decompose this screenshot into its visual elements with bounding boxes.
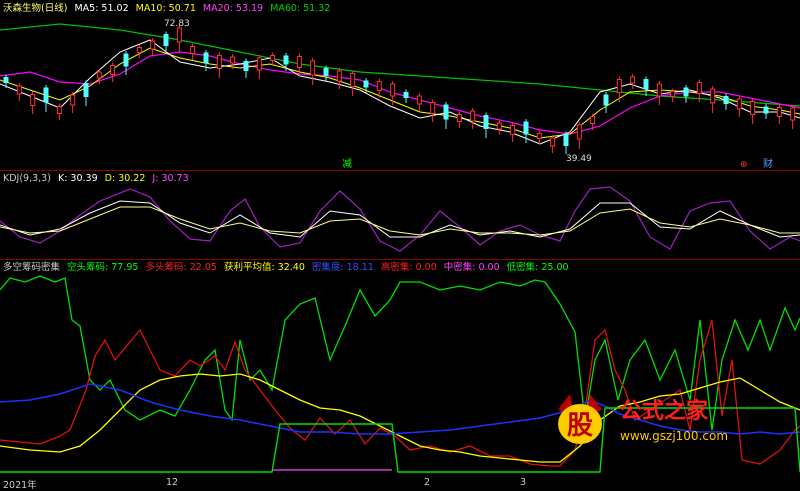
candle-body [243,61,249,71]
candle-body [696,82,702,94]
price-panel[interactable]: 沃森生物(日线) MA5: 51.02 MA10: 50.71 MA20: 53… [0,0,800,170]
candle-body [30,94,36,106]
ma5-line [0,39,800,145]
candle-body [110,65,116,75]
x-label-2: 2 [424,477,431,488]
candle-body [310,60,316,76]
candle-body [336,70,342,82]
candle-body [496,122,502,130]
candle-body [323,68,329,76]
candle-body [376,81,382,91]
candle-body [123,53,129,67]
candle-body [616,79,622,93]
candle-body [270,55,276,61]
candle-body [536,133,542,139]
candle-body [603,94,609,106]
mark-cai: 财 [763,157,773,170]
candle-body [763,106,769,114]
candle-body [643,79,649,89]
x-label-12: 12 [166,477,179,488]
candle-body [256,57,262,71]
kdj-j-line [0,186,800,252]
candle-body [203,52,209,64]
candle-body [163,34,169,46]
candle-body [790,107,796,121]
candle-body [43,87,49,103]
candle-body [96,71,102,79]
candle-body [683,87,689,97]
candle-body [70,94,76,106]
watermark-text: 公式之家 [620,398,709,424]
mark-red: ⊕ [740,160,748,170]
low-marker: 39.49 [566,154,592,164]
mark-jian: 减 [342,158,352,170]
candle-body [563,134,569,146]
x-label-year: 2021年 [3,480,37,491]
candle-body [363,80,369,88]
candle-body [630,76,636,84]
price-chart[interactable]: 72.83 39.49 减 ⊕ 财 [0,0,800,170]
candle-body [190,46,196,54]
candle-body [296,56,302,68]
candle-body [283,55,289,65]
candle-body [710,88,716,104]
candle-body [576,124,582,140]
candle-body [390,83,396,97]
candle-body [176,27,182,43]
candle-body [456,114,462,122]
candle-body [83,83,89,97]
candle-body [350,73,356,87]
watermark-char: 股 [567,411,593,441]
chip-panel[interactable]: 多空筹码密集 空头筹码: 77.95 多头筹码: 22.05 获利平均值: 32… [0,260,800,476]
candle-body [590,116,596,124]
candle-body [656,83,662,97]
candle-body [723,96,729,104]
candle-body [736,98,742,110]
candlesticks [3,25,796,154]
kdj-panel[interactable]: KDJ(9,3,3) K: 30.39 D: 30.22 J: 30.73 [0,171,800,259]
candle-body [470,110,476,122]
candle-body [416,95,422,105]
candle-body [216,55,222,69]
candle-body [750,101,756,115]
candle-body [16,85,22,95]
candle-body [403,92,409,98]
candle-body [56,106,62,114]
candle-body [430,102,436,114]
candle-body [510,125,516,135]
watermark: 股 公式之家 www.gszj100.com [552,390,792,450]
kdj-k-line [0,200,800,238]
candle-body [136,47,142,53]
candle-body [150,40,156,50]
watermark-url: www.gszj100.com [620,429,728,443]
candle-body [550,137,556,147]
candle-body [776,107,782,117]
kdj-chart[interactable] [0,171,800,259]
x-axis: 2021年 12 2 3 [0,476,800,491]
candle-body [523,121,529,135]
candle-body [483,115,489,129]
x-label-3: 3 [520,477,527,488]
candle-body [443,104,449,120]
candle-body [670,91,676,97]
high-marker: 72.83 [164,19,190,29]
candle-body [3,77,9,83]
candle-body [230,56,236,64]
